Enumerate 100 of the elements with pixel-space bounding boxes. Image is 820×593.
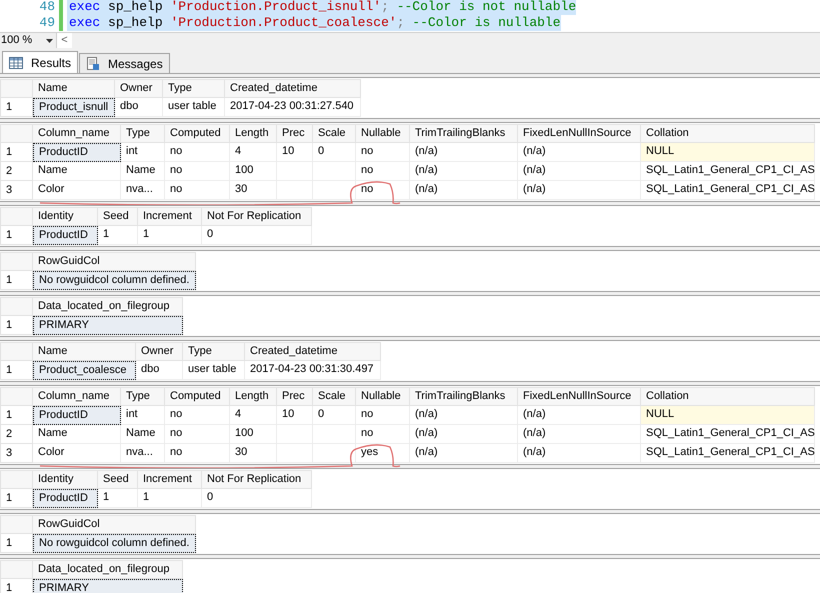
- table-cell[interactable]: 100: [230, 425, 277, 444]
- table-cell[interactable]: (n/a): [410, 425, 518, 444]
- table-cell[interactable]: 4: [230, 143, 277, 162]
- table-cell[interactable]: no: [165, 425, 230, 444]
- table-cell[interactable]: dbo: [115, 98, 163, 117]
- table-cell[interactable]: Name: [121, 162, 165, 181]
- column-header[interactable]: Identity: [33, 470, 98, 489]
- table-cell[interactable]: Name: [121, 425, 165, 444]
- column-header[interactable]: Collation: [641, 124, 815, 143]
- column-header[interactable]: Scale: [313, 124, 356, 143]
- table-cell[interactable]: [277, 444, 313, 463]
- table-cell[interactable]: PRIMARY: [33, 316, 183, 335]
- table-cell[interactable]: 0: [313, 406, 356, 425]
- table-cell[interactable]: (n/a): [410, 406, 518, 425]
- column-header[interactable]: Scale: [313, 387, 356, 406]
- column-header[interactable]: Seed: [98, 470, 138, 489]
- column-header[interactable]: Computed: [165, 124, 230, 143]
- column-header[interactable]: Owner: [115, 79, 163, 98]
- table-cell[interactable]: nva...: [121, 444, 165, 463]
- table-cell[interactable]: No rowguidcol column defined.: [33, 534, 196, 553]
- column-header[interactable]: Not For Replication: [202, 470, 312, 489]
- column-header[interactable]: Created_datetime: [225, 79, 361, 98]
- column-header[interactable]: FixedLenNullInSource: [518, 387, 641, 406]
- table-cell[interactable]: No rowguidcol column defined.: [33, 271, 196, 290]
- column-header[interactable]: Nullable: [356, 387, 410, 406]
- table-cell[interactable]: ProductID: [33, 489, 98, 508]
- table-cell[interactable]: no: [165, 406, 230, 425]
- column-header[interactable]: FixedLenNullInSource: [518, 124, 641, 143]
- column-header[interactable]: RowGuidCol: [33, 515, 196, 534]
- table-cell[interactable]: no: [356, 143, 410, 162]
- table-cell[interactable]: 100: [230, 162, 277, 181]
- column-header[interactable]: Collation: [641, 387, 815, 406]
- table-cell[interactable]: yes: [356, 444, 410, 463]
- table-cell[interactable]: 2017-04-23 00:31:27.540: [225, 98, 361, 117]
- table-cell[interactable]: int: [121, 143, 165, 162]
- table-cell[interactable]: [313, 444, 356, 463]
- column-header[interactable]: Length: [230, 124, 277, 143]
- column-header[interactable]: TrimTrailingBlanks: [410, 387, 518, 406]
- column-header[interactable]: Prec: [277, 387, 313, 406]
- table-cell[interactable]: 1: [98, 226, 138, 245]
- column-header[interactable]: Not For Replication: [202, 207, 312, 226]
- table-cell[interactable]: 0: [202, 226, 312, 245]
- table-cell[interactable]: 2017-04-23 00:31:30.497: [245, 361, 381, 380]
- table-cell[interactable]: 1: [138, 489, 202, 508]
- table-cell[interactable]: NULL: [641, 406, 815, 425]
- table-cell[interactable]: int: [121, 406, 165, 425]
- table-cell[interactable]: no: [356, 425, 410, 444]
- table-cell[interactable]: ProductID: [33, 406, 121, 425]
- table-cell[interactable]: no: [356, 406, 410, 425]
- table-cell[interactable]: 30: [230, 181, 277, 200]
- column-header[interactable]: Created_datetime: [245, 342, 381, 361]
- table-cell[interactable]: (n/a): [518, 406, 641, 425]
- table-cell[interactable]: SQL_Latin1_General_CP1_CI_AS: [641, 444, 815, 463]
- column-header[interactable]: Increment: [138, 207, 202, 226]
- results-tab[interactable]: Results: [2, 51, 78, 73]
- table-cell[interactable]: user table: [163, 98, 225, 117]
- table-cell[interactable]: no: [165, 181, 230, 200]
- table-cell[interactable]: dbo: [136, 361, 183, 380]
- table-cell[interactable]: (n/a): [410, 143, 518, 162]
- table-cell[interactable]: PRIMARY: [33, 579, 183, 593]
- table-cell[interactable]: ProductID: [33, 226, 98, 245]
- table-cell[interactable]: SQL_Latin1_General_CP1_CI_AS: [641, 181, 815, 200]
- table-cell[interactable]: (n/a): [410, 162, 518, 181]
- table-cell[interactable]: [313, 181, 356, 200]
- table-cell[interactable]: (n/a): [518, 444, 641, 463]
- column-header[interactable]: TrimTrailingBlanks: [410, 124, 518, 143]
- table-cell[interactable]: ProductID: [33, 143, 121, 162]
- column-header[interactable]: Type: [121, 387, 165, 406]
- table-cell[interactable]: no: [165, 162, 230, 181]
- column-header[interactable]: Data_located_on_filegroup: [33, 297, 183, 316]
- table-cell[interactable]: Product_isnull: [33, 98, 115, 117]
- table-cell[interactable]: (n/a): [410, 444, 518, 463]
- table-cell[interactable]: 30: [230, 444, 277, 463]
- table-cell[interactable]: no: [356, 181, 410, 200]
- table-cell[interactable]: user table: [183, 361, 245, 380]
- column-header[interactable]: Nullable: [356, 124, 410, 143]
- column-header[interactable]: Computed: [165, 387, 230, 406]
- table-cell[interactable]: Color: [33, 181, 121, 200]
- column-header[interactable]: Data_located_on_filegroup: [33, 560, 183, 579]
- table-cell[interactable]: 10: [277, 406, 313, 425]
- table-cell[interactable]: 0: [202, 489, 312, 508]
- column-header[interactable]: Name: [33, 79, 115, 98]
- table-cell[interactable]: SQL_Latin1_General_CP1_CI_AS: [641, 162, 815, 181]
- column-header[interactable]: RowGuidCol: [33, 252, 196, 271]
- table-cell[interactable]: 0: [313, 143, 356, 162]
- column-header[interactable]: Name: [33, 342, 136, 361]
- table-cell[interactable]: SQL_Latin1_General_CP1_CI_AS: [641, 425, 815, 444]
- table-cell[interactable]: 4: [230, 406, 277, 425]
- table-cell[interactable]: (n/a): [518, 181, 641, 200]
- column-header[interactable]: Length: [230, 387, 277, 406]
- table-cell[interactable]: no: [356, 162, 410, 181]
- column-header[interactable]: Identity: [33, 207, 98, 226]
- table-cell[interactable]: no: [165, 444, 230, 463]
- column-header[interactable]: Type: [183, 342, 245, 361]
- column-header[interactable]: Column_name: [33, 124, 121, 143]
- table-cell[interactable]: Color: [33, 444, 121, 463]
- table-cell[interactable]: 10: [277, 143, 313, 162]
- column-header[interactable]: Seed: [98, 207, 138, 226]
- table-cell[interactable]: Product_coalesce: [33, 361, 136, 380]
- messages-tab[interactable]: Messages: [79, 53, 170, 73]
